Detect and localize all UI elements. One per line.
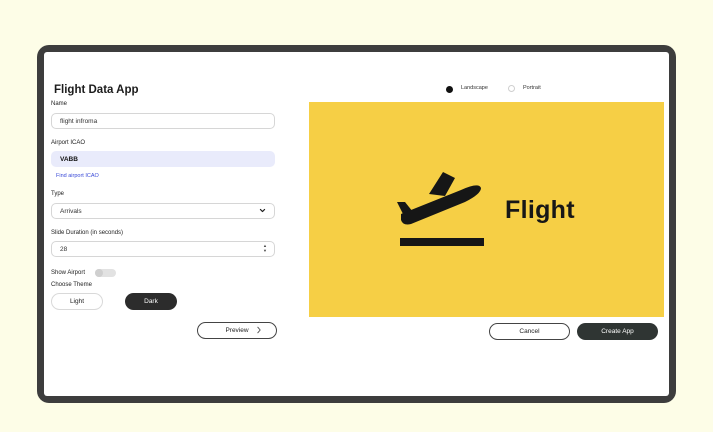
- type-selected-value: Arrivals: [60, 207, 82, 215]
- create-app-button[interactable]: Create App: [577, 323, 658, 340]
- show-airport-label: Show Airport: [51, 270, 86, 276]
- icao-label: Airport ICAO: [51, 140, 86, 146]
- toggle-knob: [95, 269, 103, 277]
- cancel-button[interactable]: Cancel: [489, 323, 570, 340]
- landscape-radio[interactable]: [446, 86, 453, 93]
- portrait-label[interactable]: Portrait: [523, 85, 541, 91]
- duration-stepper[interactable]: ▲▼: [51, 241, 275, 257]
- name-field[interactable]: [51, 113, 275, 129]
- duration-label: Slide Duration (in seconds): [51, 230, 124, 236]
- airplane-takeoff-icon: [397, 172, 484, 246]
- name-label: Name: [51, 101, 68, 107]
- page-title: Flight Data App: [54, 84, 139, 96]
- theme-light-button[interactable]: Light: [51, 293, 103, 310]
- find-icao-link[interactable]: Find airport ICAO: [56, 173, 99, 179]
- preview-brand-text: Flight: [505, 196, 575, 224]
- app-preview-canvas: [309, 102, 664, 317]
- preview-button-label: Preview: [225, 327, 249, 334]
- stepper-arrows-icon[interactable]: ▲ ▼: [263, 243, 267, 253]
- type-select[interactable]: Arrivals: [51, 203, 275, 219]
- preview-button[interactable]: Preview: [197, 322, 277, 339]
- landscape-label[interactable]: Landscape: [461, 85, 488, 91]
- name-input[interactable]: [60, 117, 240, 125]
- theme-label: Choose Theme: [51, 282, 92, 288]
- chevron-down-icon[interactable]: [259, 207, 266, 216]
- icao-field[interactable]: [51, 151, 275, 167]
- chevron-right-icon: [256, 326, 262, 336]
- theme-dark-button[interactable]: Dark: [125, 293, 177, 310]
- type-label: Type: [51, 191, 65, 197]
- icao-input[interactable]: [60, 155, 240, 163]
- duration-input[interactable]: [60, 245, 240, 253]
- show-airport-toggle[interactable]: [95, 269, 116, 277]
- portrait-radio[interactable]: [508, 85, 515, 92]
